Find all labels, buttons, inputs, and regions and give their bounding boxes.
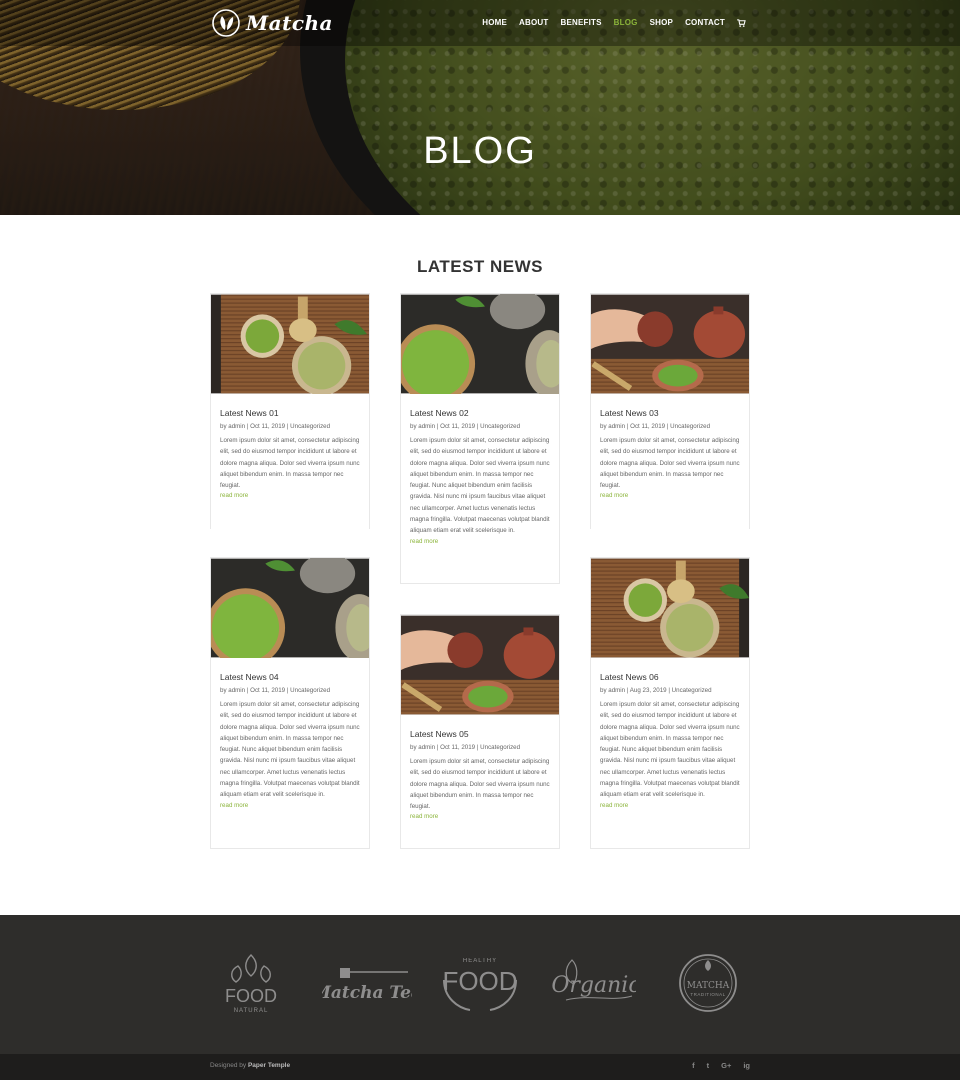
post-excerpt: Lorem ipsum dolor sit amet, consectetur … (410, 437, 550, 535)
post-card: Latest News 01 by admin | Oct 11, 2019 |… (210, 293, 370, 529)
svg-text:HEALTHY: HEALTHY (463, 958, 497, 964)
food-natural-logo: FOOD NATURAL (225, 954, 277, 1014)
credits-label: Designed by (210, 1062, 247, 1069)
read-more-link[interactable]: read more (220, 802, 360, 809)
nav-benefits[interactable]: BENEFITS (561, 18, 602, 27)
google-plus-icon[interactable]: G+ (721, 1061, 731, 1070)
cart-icon[interactable] (737, 18, 746, 27)
svg-text:TRADITIONAL: TRADITIONAL (690, 992, 725, 997)
main-menu: HOME ABOUT BENEFITS BLOG SHOP CONTACT (470, 18, 746, 27)
post-title[interactable]: Latest News 06 (600, 672, 740, 682)
post-card: Latest News 04 by admin | Oct 11, 2019 |… (210, 557, 370, 849)
footer-bottom-bar: Designed by Paper Temple f t G+ ig (0, 1054, 960, 1080)
post-title[interactable]: Latest News 04 (220, 672, 360, 682)
leaf-logo-icon (212, 9, 240, 37)
post-title[interactable]: Latest News 01 (220, 408, 360, 418)
svg-text:MATCHA: MATCHA (687, 981, 730, 991)
post-meta: by admin | Aug 23, 2019 | Uncategorized (600, 687, 712, 694)
post-card: Latest News 02 by admin | Oct 11, 2019 |… (400, 293, 560, 584)
read-more-link[interactable]: read more (600, 492, 740, 499)
section-title: LATEST NEWS (416, 257, 544, 276)
matcha-traditional-logo: MATCHA TRADITIONAL (679, 954, 737, 1012)
logo-text: Matcha (246, 11, 334, 35)
post-excerpt: Lorem ipsum dolor sit amet, consectetur … (600, 701, 740, 799)
nav-shop[interactable]: SHOP (650, 18, 673, 27)
post-thumbnail[interactable] (591, 294, 749, 394)
top-navigation: Matcha HOME ABOUT BENEFITS BLOG SHOP CON… (0, 0, 960, 46)
post-thumbnail[interactable] (211, 294, 369, 394)
nav-contact[interactable]: CONTACT (685, 18, 725, 27)
read-more-link[interactable]: read more (410, 538, 550, 545)
footer-credits: Designed by Paper Temple (210, 1062, 290, 1069)
post-card: Latest News 06 by admin | Aug 23, 2019 |… (590, 557, 750, 849)
post-thumbnail[interactable] (401, 615, 559, 715)
nav-blog[interactable]: BLOG (614, 18, 638, 27)
svg-text:Organic: Organic (552, 973, 636, 998)
site-logo[interactable]: Matcha (212, 9, 333, 37)
svg-text:FOOD: FOOD (225, 986, 277, 1006)
designer-link[interactable]: Paper Temple (248, 1062, 290, 1069)
read-more-link[interactable]: read more (600, 802, 740, 809)
healthy-food-logo: HEALTHY FOOD (442, 958, 518, 1011)
post-title[interactable]: Latest News 02 (410, 408, 550, 418)
svg-text:Matcha Tea: Matcha Tea (322, 983, 412, 1003)
svg-text:NATURAL: NATURAL (234, 1008, 269, 1014)
post-meta: by admin | Oct 11, 2019 | Uncategorized (600, 423, 711, 430)
post-title[interactable]: Latest News 03 (600, 408, 740, 418)
nav-about[interactable]: ABOUT (519, 18, 548, 27)
post-thumbnail[interactable] (211, 558, 369, 658)
post-excerpt: Lorem ipsum dolor sit amet, consectetur … (220, 437, 360, 490)
post-excerpt: Lorem ipsum dolor sit amet, consectetur … (600, 437, 740, 490)
post-thumbnail[interactable] (401, 294, 559, 394)
post-excerpt: Lorem ipsum dolor sit amet, consectetur … (220, 701, 360, 799)
read-more-link[interactable]: read more (220, 492, 360, 499)
hero-banner: Matcha HOME ABOUT BENEFITS BLOG SHOP CON… (0, 0, 960, 215)
post-excerpt: Lorem ipsum dolor sit amet, consectetur … (410, 758, 550, 811)
post-thumbnail[interactable] (591, 558, 749, 658)
matcha-tea-logo: Matcha Tea (322, 968, 412, 1003)
post-meta: by admin | Oct 11, 2019 | Uncategorized (410, 423, 521, 430)
post-title[interactable]: Latest News 05 (410, 729, 550, 739)
post-meta: by admin | Oct 11, 2019 | Uncategorized (220, 687, 331, 694)
read-more-link[interactable]: read more (410, 813, 550, 820)
page-title: BLOG (423, 130, 537, 172)
instagram-icon[interactable]: ig (743, 1061, 750, 1070)
post-card: Latest News 03 by admin | Oct 11, 2019 |… (590, 293, 750, 529)
post-meta: by admin | Oct 11, 2019 | Uncategorized (410, 744, 521, 751)
post-meta: by admin | Oct 11, 2019 | Uncategorized (220, 423, 331, 430)
nav-home[interactable]: HOME (482, 18, 507, 27)
twitter-icon[interactable]: t (707, 1061, 710, 1070)
social-links: f t G+ ig (692, 1061, 750, 1070)
post-card: Latest News 05 by admin | Oct 11, 2019 |… (400, 614, 560, 849)
organic-logo: Organic (552, 959, 636, 1001)
facebook-icon[interactable]: f (692, 1061, 695, 1070)
svg-text:FOOD: FOOD (442, 966, 517, 996)
